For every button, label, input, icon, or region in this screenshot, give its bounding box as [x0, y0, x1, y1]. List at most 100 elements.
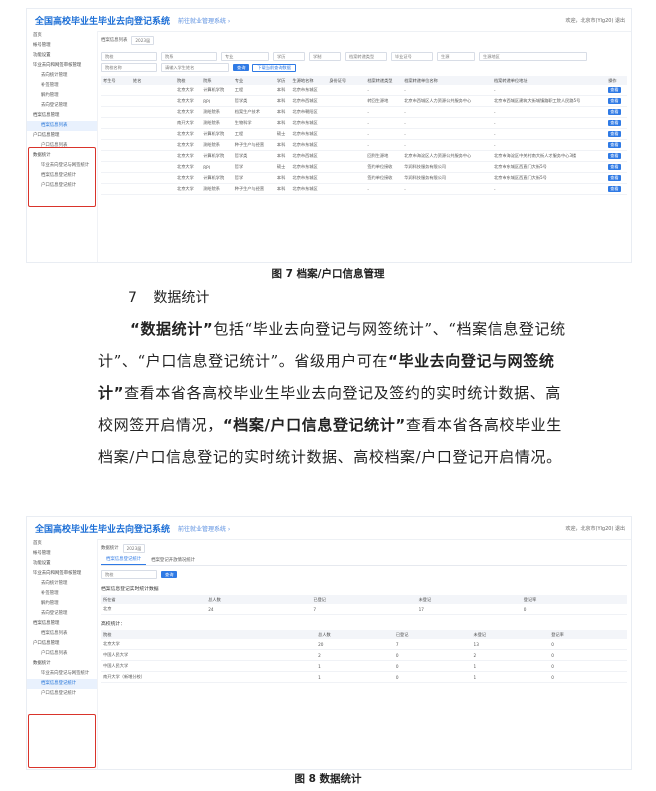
nav-home[interactable]: 首页	[27, 31, 97, 41]
nav-supplement[interactable]: 补签管理	[27, 81, 97, 91]
year-select[interactable]: 2023届	[131, 35, 155, 45]
view-button-label[interactable]: 查看	[608, 153, 621, 159]
table-cell: -	[365, 128, 403, 140]
view-button-label[interactable]: 查看	[608, 131, 621, 137]
view-button[interactable]: 查看	[606, 128, 627, 140]
nav-data-stats[interactable]: 数据统计	[27, 659, 97, 669]
view-button-label[interactable]: 查看	[608, 109, 621, 115]
view-button[interactable]: 查看	[606, 172, 627, 184]
nav-supplement[interactable]: 补签管理	[27, 589, 97, 599]
employment-system-link[interactable]: 前往就业管理系统 ›	[178, 524, 230, 533]
nav-archive-manage[interactable]: 档案信息管理	[27, 111, 97, 121]
filter-origin-area[interactable]: 生源地区	[479, 52, 587, 61]
cell-text: 种子生产与经营	[234, 186, 265, 191]
view-button[interactable]: 查看	[606, 95, 627, 107]
filter-cert-no[interactable]: 毕业证号	[391, 52, 433, 61]
user-info[interactable]: 欢迎，北京市(Ylg20) 退出	[566, 17, 625, 24]
table-cell: 20	[316, 639, 394, 650]
nav-destination-register[interactable]: 去向登记管理	[27, 609, 97, 619]
nav-stats-hukou[interactable]: 户口信息登记统计	[27, 689, 97, 699]
table-cell: 生物科学	[232, 117, 275, 129]
table-cell: 北京大学	[175, 161, 202, 173]
filter-school[interactable]: 院校	[101, 52, 157, 61]
nav-destination-review[interactable]: 毕业去向和网签审核管理	[27, 61, 97, 71]
view-button[interactable]: 查看	[606, 183, 627, 195]
filter-department[interactable]: 院系	[161, 52, 217, 61]
nav-cancel[interactable]: 解约管理	[27, 91, 97, 101]
cell-text: -	[493, 131, 496, 137]
view-button-label[interactable]: 查看	[608, 175, 621, 181]
table-cell: 南开大学（新增分校）	[101, 671, 317, 683]
col-unit-address: 档案转递单位地址	[491, 76, 607, 85]
view-button-label[interactable]: 查看	[608, 98, 621, 104]
view-button-label[interactable]: 查看	[608, 164, 621, 170]
nav-home[interactable]: 首页	[27, 539, 97, 549]
nav-account[interactable]: 帐号管理	[27, 41, 97, 51]
filter-origin[interactable]: 生源	[437, 52, 475, 61]
table-cell: -	[491, 128, 607, 140]
view-button-label[interactable]: 查看	[608, 186, 621, 192]
table-row: 北京大学 RPI 哲学 硕士 北京市东城区 签约单位接收 华润科技服务有限公司 北京市东城区西…	[101, 161, 627, 173]
nav-account[interactable]: 帐号管理	[27, 549, 97, 559]
nav-cancel[interactable]: 解约管理	[27, 599, 97, 609]
year-select[interactable]: 2023届	[122, 543, 146, 553]
table-cell: 中国人民大学	[101, 660, 317, 672]
nav-destination-register[interactable]: 去向登记管理	[27, 101, 97, 111]
school-select[interactable]: 院校	[101, 570, 157, 579]
view-button[interactable]: 查看	[606, 150, 627, 162]
nav-hukou-manage[interactable]: 户口信息管理	[27, 639, 97, 649]
table-row: 北京大学 计算机学院 工程 硕士 北京市东城区 - - - 查看	[101, 128, 627, 140]
nav-settings[interactable]: 功能设置	[27, 51, 97, 61]
cell-text: 生物科学	[234, 120, 252, 125]
search-input[interactable]: 院校名称	[101, 63, 157, 72]
tab-archive-stats[interactable]: 档案信息登记统计	[101, 556, 147, 565]
filter-major[interactable]: 专业	[221, 52, 269, 61]
nav-destination-stats[interactable]: 去向统计管理	[27, 71, 97, 81]
name-input[interactable]: 请输入学生姓名	[161, 63, 229, 72]
table-row: 中国人民大学 1 0 1 0	[101, 660, 627, 672]
table-cell: -	[491, 85, 607, 96]
view-button-label[interactable]: 查看	[608, 87, 621, 93]
nav-settings[interactable]: 功能设置	[27, 559, 97, 569]
table-cell: 北京市东城区西直门大街5号	[491, 172, 607, 184]
table-cell: 1	[316, 660, 394, 672]
view-button[interactable]: 查看	[606, 117, 627, 129]
search-button[interactable]: 查询	[233, 64, 250, 71]
archive-table: 考生号 姓名 院校 院系 专业 学历 生源地名称 身份证号 档案转递类型 档案转…	[101, 76, 627, 195]
nav-archive-list[interactable]: 档案信息列表	[27, 629, 97, 639]
table-cell: 本科	[274, 183, 291, 195]
nav-destination-review[interactable]: 毕业去向和网签审核管理	[27, 569, 97, 579]
table-cell: 北京市东城区	[290, 117, 328, 129]
nav-archive-list[interactable]: 档案信息列表	[27, 121, 97, 131]
nav-archive-manage[interactable]: 档案信息管理	[27, 619, 97, 629]
query-button[interactable]: 查询	[161, 571, 178, 578]
table-cell	[131, 106, 175, 118]
filter-transfer-type[interactable]: 档案转递类型	[345, 52, 387, 61]
cell-text: -	[367, 87, 369, 93]
view-button-label[interactable]: 查看	[608, 120, 621, 126]
nav-hukou-list[interactable]: 户口信息列表	[27, 649, 97, 659]
cell-text: 本科	[276, 109, 286, 114]
filter-length[interactable]: 学制	[309, 52, 341, 61]
nav-hukou-manage[interactable]: 户口信息管理	[27, 131, 97, 141]
table-cell	[101, 85, 131, 96]
nav-stats-destination[interactable]: 毕业去向登记与网签统计	[27, 669, 97, 679]
cell-text: 北京市东城区	[292, 164, 318, 169]
view-button[interactable]: 查看	[606, 106, 627, 118]
col-province: 所在省	[101, 595, 207, 604]
view-button-label[interactable]: 查看	[608, 142, 621, 148]
view-button[interactable]: 查看	[606, 139, 627, 151]
tab-archive-open[interactable]: 档案登记开放情况统计	[146, 557, 200, 565]
view-button[interactable]: 查看	[606, 161, 627, 173]
nav-destination-stats[interactable]: 去向统计管理	[27, 579, 97, 589]
filter-degree[interactable]: 学历	[273, 52, 305, 61]
user-info[interactable]: 欢迎，北京市(Ylg20) 退出	[566, 525, 625, 532]
view-button[interactable]: 查看	[606, 85, 627, 96]
table-cell: 哲学类	[232, 150, 275, 162]
table-cell: 0	[549, 671, 627, 683]
employment-system-link[interactable]: 前往就业管理系统 ›	[178, 16, 230, 25]
export-button[interactable]: 下载当前查询数据	[252, 63, 296, 72]
nav-stats-archive[interactable]: 档案信息登记统计	[27, 679, 97, 689]
page-title: 数据统计	[101, 546, 119, 551]
cell-text: 工程	[234, 131, 244, 136]
